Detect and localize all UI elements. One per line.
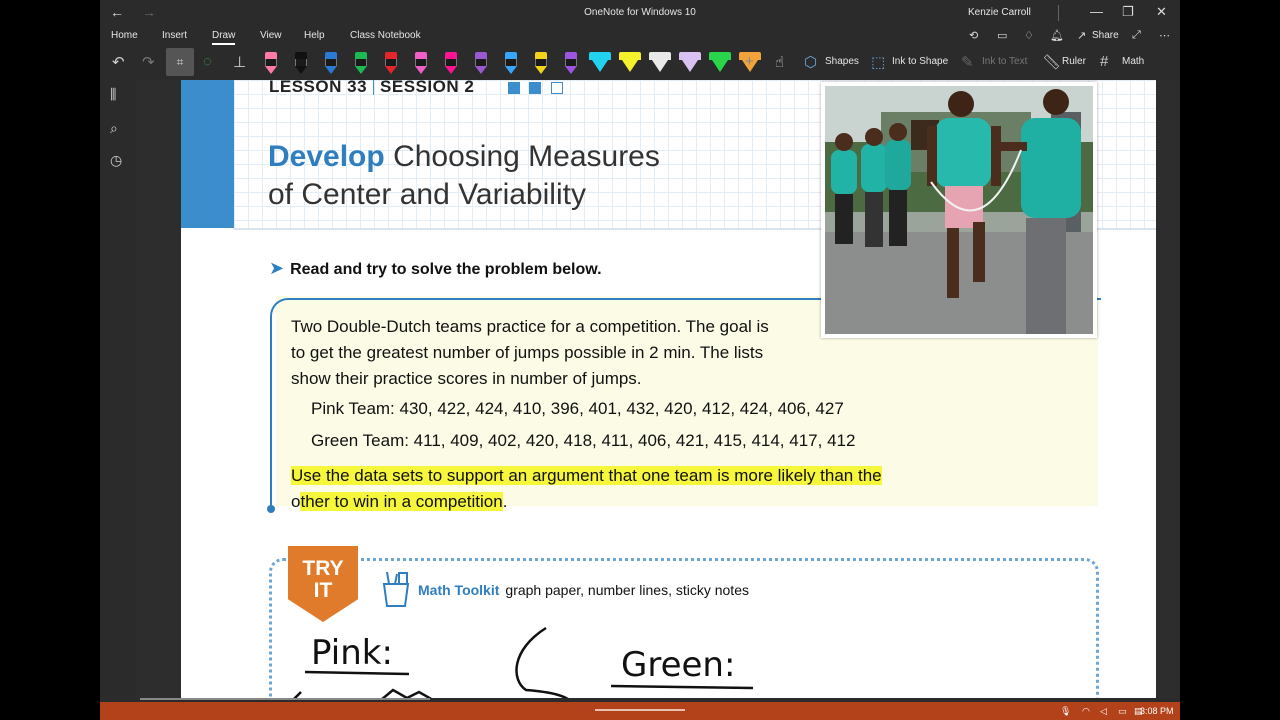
pen-tool[interactable] <box>444 50 458 76</box>
close-icon[interactable]: ✕ <box>1156 4 1167 20</box>
sync-icon[interactable]: ⟲ <box>969 29 978 42</box>
ribbon-tabs: Home Insert Draw View Help Class Noteboo… <box>100 26 1180 46</box>
highlighter-tool[interactable] <box>619 50 641 76</box>
battery-icon[interactable]: ▭ <box>1118 706 1127 717</box>
lasso-select-icon[interactable]: ⌗ <box>166 48 194 76</box>
pen-tool[interactable] <box>474 50 488 76</box>
add-pen-icon[interactable]: + <box>745 53 754 70</box>
ink-to-shape-button[interactable]: Ink to Shape <box>892 56 948 67</box>
math-icon[interactable]: # <box>1100 53 1108 70</box>
tab-view[interactable]: View <box>260 30 282 41</box>
redo-icon[interactable]: ↷ <box>142 53 155 71</box>
pen-tool[interactable] <box>384 50 398 76</box>
ink-to-shape-icon[interactable]: ⬚ <box>871 53 885 71</box>
ink-pink-label: Pink: <box>311 633 393 673</box>
shapes-icon[interactable]: ⬡ <box>804 53 817 71</box>
lightbulb-icon[interactable]: ♢ <box>1024 29 1034 42</box>
pen-tool[interactable] <box>414 50 428 76</box>
bell-icon[interactable]: 🔔︎ <box>1050 29 1064 42</box>
pen-tool[interactable] <box>264 50 278 76</box>
fullscreen-icon[interactable]: ⤢ <box>1132 29 1141 42</box>
math-button[interactable]: Math <box>1122 56 1144 67</box>
worksheet-page: LESSON 33 SESSION 2 Develop Choosing Meas… <box>181 80 1156 698</box>
page-canvas[interactable]: LESSON 33 SESSION 2 Develop Choosing Meas… <box>136 80 1180 698</box>
titlebar-divider <box>1058 5 1059 21</box>
pen-tool[interactable] <box>324 50 338 76</box>
pen-tool[interactable] <box>534 50 548 76</box>
highlighter-tool[interactable] <box>709 50 731 76</box>
touch-draw-icon[interactable]: ☝ <box>775 53 784 71</box>
tab-class-notebook[interactable]: Class Notebook <box>350 30 421 41</box>
taskbar-handle[interactable] <box>595 709 685 711</box>
ruler-button[interactable]: Ruler <box>1062 56 1086 67</box>
draw-toolbar: ↶ ↷ ⌗ ◌ ⊥ + ☝ ⬡ Shapes ⬚ Ink to Shape ✎ … <box>100 48 1180 78</box>
tab-insert[interactable]: Insert <box>162 30 187 41</box>
ink-green-label: Green: <box>621 645 735 685</box>
wifi-icon[interactable]: ◠ <box>1082 706 1090 717</box>
tab-draw[interactable]: Draw <box>212 30 236 45</box>
volume-icon[interactable]: ◁ <box>1100 706 1107 717</box>
user-name[interactable]: Kenzie Carroll <box>968 7 1031 18</box>
undo-icon[interactable]: ↶ <box>112 53 125 71</box>
taskbar: 🎙︎ ◠ ◁ ▭ ▤ 3:08 PM <box>100 702 1180 720</box>
left-navigation: ⫼ ⌕ ◷ <box>100 80 136 720</box>
ink-to-text-button[interactable]: Ink to Text <box>982 56 1027 67</box>
pages-icon[interactable]: ▭ <box>997 29 1007 42</box>
search-icon[interactable]: ⌕ <box>110 120 118 137</box>
share-button[interactable]: Share <box>1092 30 1119 41</box>
notebooks-icon[interactable]: ⫼ <box>110 86 116 103</box>
ink-to-text-icon[interactable]: ✎ <box>961 53 974 71</box>
pen-tool[interactable] <box>294 50 308 76</box>
highlighter-tool[interactable] <box>649 50 671 76</box>
add-space-icon[interactable]: ◌ <box>203 53 212 70</box>
minimize-icon[interactable]: — <box>1090 4 1103 19</box>
eraser-icon[interactable]: ⊥ <box>233 53 246 71</box>
microphone-icon[interactable]: 🎙︎ <box>1060 706 1071 717</box>
pen-tool[interactable] <box>354 50 368 76</box>
restore-icon[interactable]: ❐ <box>1122 4 1134 20</box>
clock[interactable]: 3:08 PM <box>1140 706 1174 716</box>
title-bar: ← → OneNote for Windows 10 Kenzie Carrol… <box>100 0 1180 26</box>
shapes-button[interactable]: Shapes <box>825 56 859 67</box>
highlighter-tool[interactable] <box>679 50 701 76</box>
tab-help[interactable]: Help <box>304 30 325 41</box>
recent-icon[interactable]: ◷ <box>110 152 122 169</box>
pen-tool[interactable] <box>564 50 578 76</box>
ruler-icon[interactable]: 📏︎ <box>1042 53 1061 71</box>
highlighter-tool[interactable] <box>589 50 611 76</box>
share-icon[interactable]: ↗ <box>1077 29 1086 42</box>
handwritten-ink[interactable]: Pink: Green: <box>181 80 1156 698</box>
onenote-window: ← → OneNote for Windows 10 Kenzie Carrol… <box>100 0 1180 720</box>
pen-tool[interactable] <box>504 50 518 76</box>
more-icon[interactable]: ⋯ <box>1159 29 1170 42</box>
horizontal-scrollbar[interactable] <box>140 698 430 700</box>
tab-home[interactable]: Home <box>111 30 138 41</box>
